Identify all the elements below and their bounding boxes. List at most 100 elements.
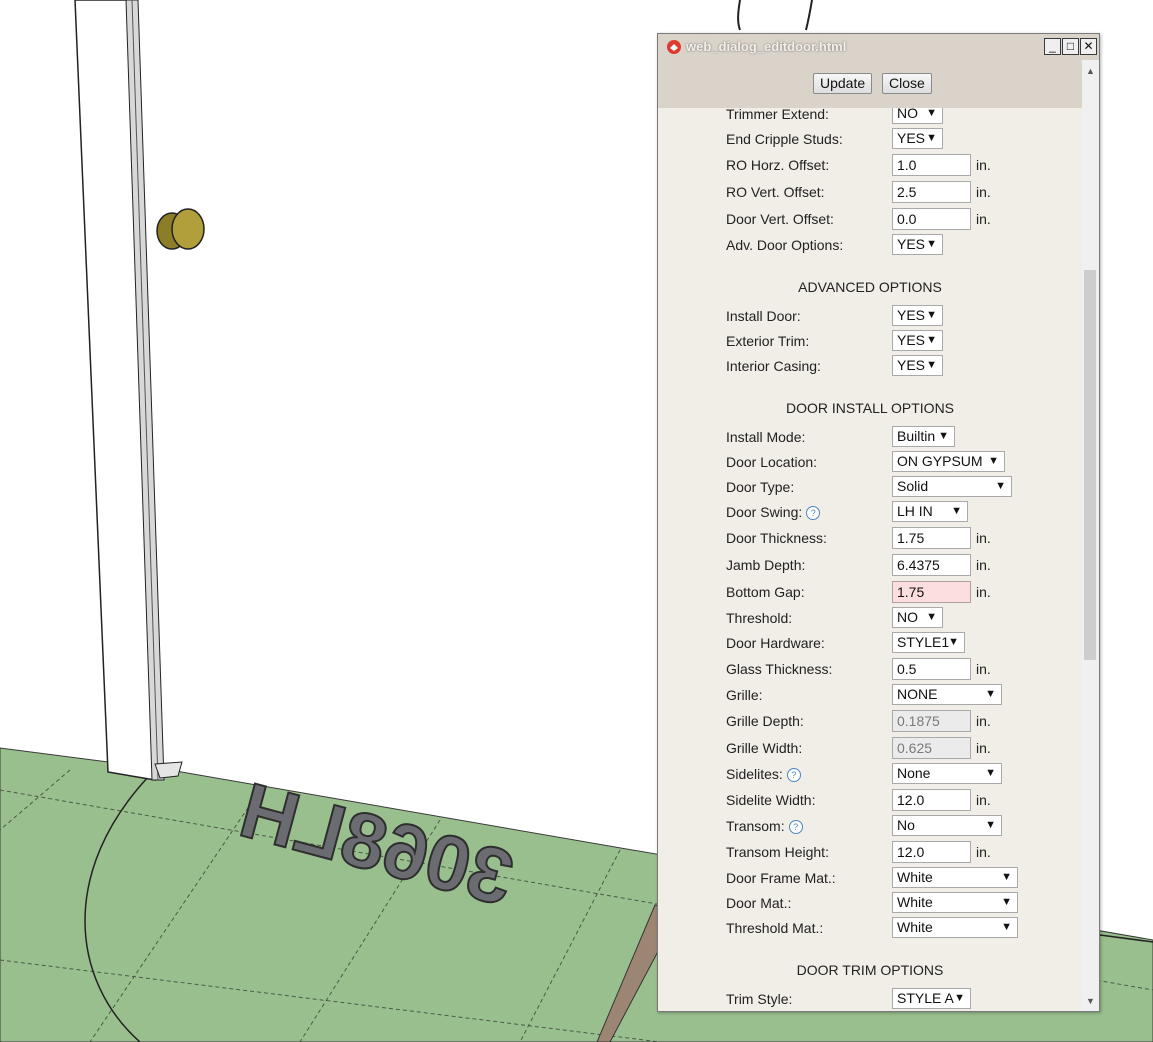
install-mode-label: Install Mode: xyxy=(726,429,805,445)
minimize-button[interactable]: _ xyxy=(1044,38,1061,55)
door-mat-label: Door Mat.: xyxy=(726,895,791,911)
sidelites-value: None xyxy=(897,765,931,781)
maximize-icon: □ xyxy=(1066,39,1075,53)
door-mat-select[interactable]: White ▼ xyxy=(892,892,1018,913)
exterior-trim-value: YES xyxy=(897,332,926,348)
dropdown-arrow-icon: ▼ xyxy=(954,992,965,1004)
close-icon: ✕ xyxy=(1083,39,1094,53)
install-door-label-text: Install Door: xyxy=(726,308,801,324)
door-trim-options-heading: DOOR TRIM OPTIONS xyxy=(796,962,944,978)
jamb-depth-input[interactable]: 6.4375 xyxy=(892,554,971,576)
end-cripple-studs-label-text: End Cripple Studs: xyxy=(726,131,843,147)
dropdown-arrow-icon: ▼ xyxy=(985,767,996,779)
door-swing-value: LH IN xyxy=(897,503,933,519)
help-icon[interactable]: ? xyxy=(788,820,803,834)
grille-depth-label: Grille Depth: xyxy=(726,713,804,729)
door-swing-select[interactable]: LH IN ▼ xyxy=(892,501,968,522)
form-row-end-cripple-studs: End Cripple Studs: YES ▼ xyxy=(726,127,1066,151)
bottom-gap-input[interactable]: 1.75 xyxy=(892,581,971,603)
sidelite-width-input[interactable]: 12.0 xyxy=(892,789,971,811)
vertical-scrollbar[interactable]: ▲ ▼ xyxy=(1082,60,1099,1011)
ro-horz-offset-unit: in. xyxy=(976,157,991,173)
grille-width-input: 0.625 xyxy=(892,737,971,759)
scrollbar-thumb[interactable] xyxy=(1084,270,1096,660)
dropdown-arrow-icon: ▼ xyxy=(1001,871,1012,883)
door-frame-mat-label: Door Frame Mat.: xyxy=(726,870,836,886)
sketchup-app-icon xyxy=(667,40,681,54)
form-row-interior-casing: Interior Casing: YES ▼ xyxy=(726,354,1066,378)
jamb-depth-label-text: Jamb Depth: xyxy=(726,557,806,573)
grille-select[interactable]: NONE ▼ xyxy=(892,684,1002,705)
trim-style-select[interactable]: STYLE A ▼ xyxy=(892,988,971,1009)
door-frame-mat-select[interactable]: White ▼ xyxy=(892,867,1018,888)
door-type-value: Solid xyxy=(897,478,929,494)
bottom-gap-label: Bottom Gap: xyxy=(726,584,805,600)
form-row-door-swing: Door Swing:? LH IN ▼ xyxy=(726,500,1066,524)
form-row-ro-horz-offset: RO Horz. Offset: 1.0 in. xyxy=(726,153,1066,177)
exterior-trim-select[interactable]: YES ▼ xyxy=(892,330,943,351)
dropdown-arrow-icon: ▼ xyxy=(938,430,949,442)
close-button[interactable]: Close xyxy=(882,73,932,94)
door-vert-offset-input[interactable]: 0.0 xyxy=(892,208,971,230)
dropdown-arrow-icon: ▼ xyxy=(926,238,937,250)
maximize-button[interactable]: □ xyxy=(1062,38,1079,55)
door-options-form: Trimmer Extend: NO ▼ End Cripple Studs: YES ▼… xyxy=(658,108,1082,1011)
help-icon[interactable]: ? xyxy=(806,506,821,520)
door-vert-offset-label: Door Vert. Offset: xyxy=(726,211,834,227)
threshold-select[interactable]: NO ▼ xyxy=(892,607,943,628)
door-hardware-select[interactable]: STYLE1 ▼ xyxy=(892,632,965,653)
interior-casing-select[interactable]: YES ▼ xyxy=(892,355,943,376)
glass-thickness-label: Glass Thickness: xyxy=(726,661,832,677)
trimmer-extend-select[interactable]: NO ▼ xyxy=(892,108,943,124)
close-window-button[interactable]: ✕ xyxy=(1080,38,1097,55)
sidelites-label-text: Sidelites: xyxy=(726,766,783,782)
door-location-select[interactable]: ON GYPSUM ▼ xyxy=(892,451,1005,472)
threshold-label-text: Threshold: xyxy=(726,610,793,626)
form-row-door-thickness: Door Thickness: 1.75 in. xyxy=(726,526,1066,550)
install-door-select[interactable]: YES ▼ xyxy=(892,305,943,326)
minimize-icon: _ xyxy=(1049,39,1056,53)
transom-height-input[interactable]: 12.0 xyxy=(892,841,971,863)
door-thickness-input[interactable]: 1.75 xyxy=(892,527,971,549)
door-swing-label-text: Door Swing: xyxy=(726,504,803,520)
adv-door-options-label: Adv. Door Options: xyxy=(726,237,843,253)
ro-horz-offset-input[interactable]: 1.0 xyxy=(892,154,971,176)
transom-select[interactable]: No ▼ xyxy=(892,815,1002,836)
scroll-down-icon[interactable]: ▼ xyxy=(1086,996,1095,1006)
trimmer-extend-label-text: Trimmer Extend: xyxy=(726,108,829,122)
sidelites-select[interactable]: None ▼ xyxy=(892,763,1002,784)
ro-vert-offset-unit: in. xyxy=(976,184,991,200)
grille-depth-unit: in. xyxy=(976,713,991,729)
threshold-mat-label-text: Threshold Mat.: xyxy=(726,920,824,936)
grille-depth-label-text: Grille Depth: xyxy=(726,713,804,729)
threshold-mat-select[interactable]: White ▼ xyxy=(892,917,1018,938)
ro-horz-offset-label: RO Horz. Offset: xyxy=(726,157,829,173)
install-mode-select[interactable]: Builtin ▼ xyxy=(892,426,955,447)
door-location-value: ON GYPSUM xyxy=(897,453,983,469)
update-button[interactable]: Update xyxy=(813,73,873,94)
trim-style-label: Trim Style: xyxy=(726,991,792,1007)
door-hardware-label: Door Hardware: xyxy=(726,635,825,651)
sidelite-width-label: Sidelite Width: xyxy=(726,792,815,808)
dropdown-arrow-icon: ▼ xyxy=(995,480,1006,492)
interior-casing-value: YES xyxy=(897,357,926,373)
door-thickness-label: Door Thickness: xyxy=(726,530,827,546)
end-cripple-studs-select[interactable]: YES ▼ xyxy=(892,128,943,149)
glass-thickness-label-text: Glass Thickness: xyxy=(726,661,833,677)
help-icon[interactable]: ? xyxy=(786,768,801,782)
dropdown-arrow-icon: ▼ xyxy=(948,636,959,648)
interior-casing-label: Interior Casing: xyxy=(726,358,821,374)
bottom-gap-label-text: Bottom Gap: xyxy=(726,584,805,600)
ro-vert-offset-label-text: RO Vert. Offset: xyxy=(726,184,825,200)
scroll-up-icon[interactable]: ▲ xyxy=(1086,66,1095,76)
form-row-adv-door-options: Adv. Door Options: YES ▼ xyxy=(726,233,1066,257)
dialog-titlebar[interactable]: web_dialog_editdoor.html _ □ ✕ xyxy=(658,34,1099,61)
adv-door-options-select[interactable]: YES ▼ xyxy=(892,234,943,255)
door-type-select[interactable]: Solid ▼ xyxy=(892,476,1012,497)
ro-vert-offset-input[interactable]: 2.5 xyxy=(892,181,971,203)
install-door-label: Install Door: xyxy=(726,308,801,324)
edit-door-dialog: web_dialog_editdoor.html _ □ ✕ Update Cl… xyxy=(657,33,1100,1012)
glass-thickness-input[interactable]: 0.5 xyxy=(892,658,971,680)
form-row-transom: Transom:? No ▼ xyxy=(726,814,1066,838)
dropdown-arrow-icon: ▼ xyxy=(926,334,937,346)
